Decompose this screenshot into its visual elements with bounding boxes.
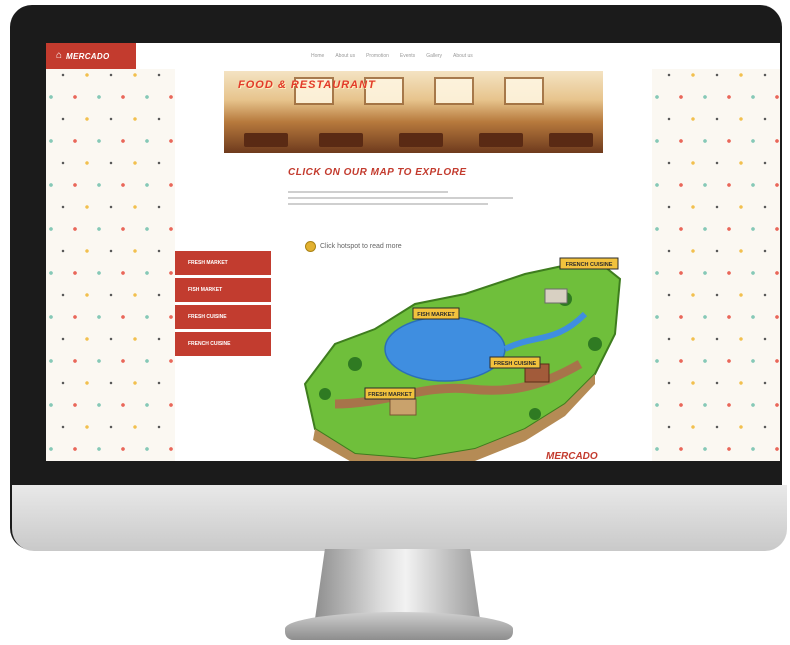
restaurant-banner: FOOD & RESTAURANT bbox=[224, 71, 603, 153]
monitor-chin bbox=[12, 485, 787, 551]
map-hotspot-fresh-cuisine[interactable]: FRESH CUISINE bbox=[489, 356, 541, 369]
map-building bbox=[544, 288, 568, 304]
nav-gallery[interactable]: Gallery bbox=[426, 53, 442, 59]
top-navigation-bar: ⌂ MERCADO Home About us Promotion Events… bbox=[46, 43, 780, 70]
map-hotspot-french-cuisine[interactable]: FRENCH CUISINE bbox=[559, 257, 619, 270]
nav-about-us[interactable]: About us bbox=[335, 53, 355, 59]
banner-table bbox=[549, 133, 593, 147]
footer-logo: MERCADO bbox=[546, 451, 598, 461]
page-headline: CLICK ON OUR MAP TO EXPLORE bbox=[288, 167, 467, 178]
map-label-fresh-cuisine: FRESH CUISINE bbox=[494, 361, 537, 367]
left-dot-pattern bbox=[46, 69, 175, 461]
map-label-fresh-market: FRESH MARKET bbox=[368, 392, 412, 398]
site-logo-text: MERCADO bbox=[66, 51, 110, 61]
menu-item-fresh-cuisine[interactable]: FRESH CUISINE bbox=[175, 305, 271, 329]
map-building bbox=[389, 398, 417, 416]
monitor-stand-neck bbox=[315, 549, 480, 619]
map-hotspot-fish-market[interactable]: FISH MARKET bbox=[412, 307, 460, 320]
banner-table bbox=[399, 133, 443, 147]
banner-window bbox=[434, 77, 474, 105]
map-tree bbox=[348, 357, 362, 371]
hotspot-hint-text: Click hotspot to read more bbox=[320, 243, 402, 250]
menu-item-fish-market[interactable]: FISH MARKET bbox=[175, 278, 271, 302]
banner-title: FOOD & RESTAURANT bbox=[238, 79, 376, 91]
nav-about-us-2[interactable]: About us bbox=[453, 53, 473, 59]
map-tree bbox=[319, 388, 331, 400]
map-label-fish-market: FISH MARKET bbox=[417, 312, 455, 318]
hotspot-hint: Click hotspot to read more bbox=[305, 241, 402, 252]
menu-item-french-cuisine[interactable]: FRENCH CUISINE bbox=[175, 332, 271, 356]
intro-text bbox=[288, 191, 518, 209]
right-dot-pattern bbox=[652, 69, 780, 461]
main-content: FOOD & RESTAURANT CLICK ON OUR MAP TO EX… bbox=[175, 69, 652, 461]
monitor-stand-base bbox=[285, 612, 513, 640]
nav-home[interactable]: Home bbox=[311, 53, 324, 59]
home-icon: ⌂ bbox=[56, 50, 63, 61]
map-tree bbox=[588, 337, 602, 351]
monitor-screen: ⌂ MERCADO Home About us Promotion Events… bbox=[46, 43, 780, 461]
banner-table bbox=[479, 133, 523, 147]
hotspot-marker-icon bbox=[305, 241, 316, 252]
banner-table bbox=[244, 133, 288, 147]
map-tree bbox=[529, 408, 541, 420]
map-hotspot-fresh-market[interactable]: FRESH MARKET bbox=[364, 387, 416, 400]
map-label-french-cuisine: FRENCH CUISINE bbox=[566, 262, 613, 268]
map-lake bbox=[384, 316, 506, 382]
banner-table bbox=[319, 133, 363, 147]
monitor-bezel: ⌂ MERCADO Home About us Promotion Events… bbox=[10, 5, 782, 550]
menu-item-fresh-market[interactable]: FRESH MARKET bbox=[175, 251, 271, 275]
site-logo[interactable]: ⌂ MERCADO bbox=[46, 43, 136, 69]
nav-promotion[interactable]: Promotion bbox=[366, 53, 389, 59]
interactive-map[interactable]: FRENCH CUISINE FISH MARKET FRESH CUISINE… bbox=[295, 254, 625, 461]
nav-events[interactable]: Events bbox=[400, 53, 415, 59]
banner-window bbox=[504, 77, 544, 105]
category-menu: FRESH MARKET FISH MARKET FRESH CUISINE F… bbox=[175, 251, 271, 359]
main-nav: Home About us Promotion Events Gallery A… bbox=[311, 43, 473, 69]
